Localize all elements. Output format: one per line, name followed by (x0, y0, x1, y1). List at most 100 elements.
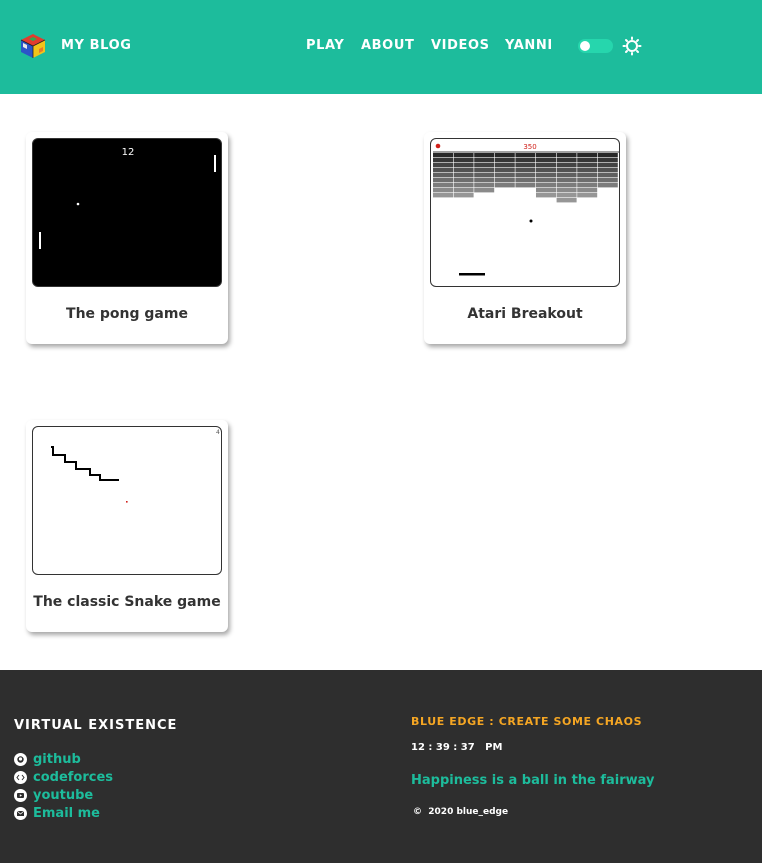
game-card-pong[interactable]: 12 The pong game (26, 132, 228, 344)
brick (577, 193, 598, 198)
brick (556, 153, 577, 158)
brick (453, 193, 474, 198)
game-title[interactable]: The classic Snake game (26, 594, 228, 610)
brick (433, 168, 453, 173)
brick (536, 163, 556, 168)
social-links: github codeforces youtube Email me (14, 750, 113, 822)
nav-videos[interactable]: VIDEOS (431, 38, 490, 53)
brick (597, 173, 618, 178)
top-nav-bar: MY BLOG PLAY ABOUT VIDEOS YANNI (0, 0, 762, 94)
brick (474, 188, 495, 193)
youtube-label[interactable]: youtube (33, 788, 93, 803)
brick (433, 183, 453, 188)
brick (577, 168, 598, 173)
game-title[interactable]: Atari Breakout (424, 306, 626, 322)
pong-score: 12 (122, 147, 135, 158)
brick (453, 178, 474, 183)
live-clock: 12 : 39 : 37 PM (411, 742, 503, 753)
youtube-link[interactable]: youtube (14, 786, 113, 804)
footer-tagline: BLUE EDGE : CREATE SOME CHAOS (411, 715, 643, 728)
brick (536, 158, 556, 163)
brick (474, 153, 495, 158)
brick (453, 168, 474, 173)
codeforces-link[interactable]: codeforces (14, 768, 113, 786)
breakout-score: 350 (523, 143, 536, 151)
rubiks-cube-logo-icon[interactable] (20, 33, 46, 59)
brick (433, 153, 453, 158)
theme-toggle[interactable] (578, 39, 613, 53)
brick (556, 198, 577, 203)
brick (577, 178, 598, 183)
game-title[interactable]: The pong game (26, 306, 228, 322)
mail-icon (14, 806, 27, 820)
toggle-knob (580, 41, 590, 51)
copyright: © 2020 blue_edge (413, 807, 508, 817)
brick (597, 158, 618, 163)
sun-icon[interactable] (622, 36, 642, 56)
brick (556, 183, 577, 188)
brick (536, 183, 556, 188)
snake-preview-image[interactable]: 4 (32, 426, 222, 575)
brick (474, 178, 495, 183)
brick (515, 158, 536, 163)
brick (597, 183, 618, 188)
brick (453, 173, 474, 178)
brick (536, 153, 556, 158)
brick (536, 173, 556, 178)
brick (515, 178, 536, 183)
game-card-breakout[interactable]: 350 Atari Breakout (424, 132, 626, 344)
brick (556, 163, 577, 168)
brick (474, 163, 495, 168)
github-label[interactable]: github (33, 752, 81, 767)
brick (515, 153, 536, 158)
brick (556, 168, 577, 173)
nav-about[interactable]: ABOUT (361, 38, 414, 53)
brick (515, 168, 536, 173)
pong-preview-graphic: 12 (39, 147, 216, 249)
copyright-text: 2020 blue_edge (428, 807, 509, 817)
brick (577, 153, 598, 158)
brick (577, 163, 598, 168)
github-link[interactable]: github (14, 750, 113, 768)
brick (515, 183, 536, 188)
copyright-symbol: © (413, 807, 422, 817)
brick (597, 178, 618, 183)
footer-quote: Happiness is a ball in the fairway (411, 773, 655, 788)
brick (453, 183, 474, 188)
brick (494, 153, 515, 158)
breakout-preview-image[interactable]: 350 (430, 138, 620, 287)
site-footer: VIRTUAL EXISTENCE github codeforces yout… (0, 670, 762, 863)
github-icon (14, 752, 27, 766)
brick (494, 173, 515, 178)
brick (556, 188, 577, 193)
brick (536, 193, 556, 198)
brick (494, 158, 515, 163)
code-icon (14, 770, 27, 784)
brick (536, 168, 556, 173)
nav-play[interactable]: PLAY (306, 38, 344, 53)
brick (577, 158, 598, 163)
brand-title[interactable]: MY BLOG (61, 38, 132, 53)
brick (453, 163, 474, 168)
nav-yanni[interactable]: YANNI (505, 38, 553, 53)
brick (577, 183, 598, 188)
brick (474, 173, 495, 178)
pong-preview-image[interactable]: 12 (32, 138, 222, 287)
brick (515, 163, 536, 168)
email-link[interactable]: Email me (14, 804, 113, 822)
brick (556, 178, 577, 183)
footer-heading: VIRTUAL EXISTENCE (14, 718, 178, 733)
brick (494, 183, 515, 188)
brick (494, 168, 515, 173)
brick (433, 193, 453, 198)
brick (577, 173, 598, 178)
game-card-snake[interactable]: 4 The classic Snake game (26, 420, 228, 632)
breakout-preview-graphic: 350 (433, 143, 619, 276)
youtube-icon (14, 788, 27, 802)
brick (433, 158, 453, 163)
email-label[interactable]: Email me (33, 806, 100, 821)
brick (453, 188, 474, 193)
codeforces-label[interactable]: codeforces (33, 770, 113, 785)
brick (556, 193, 577, 198)
brick (556, 158, 577, 163)
